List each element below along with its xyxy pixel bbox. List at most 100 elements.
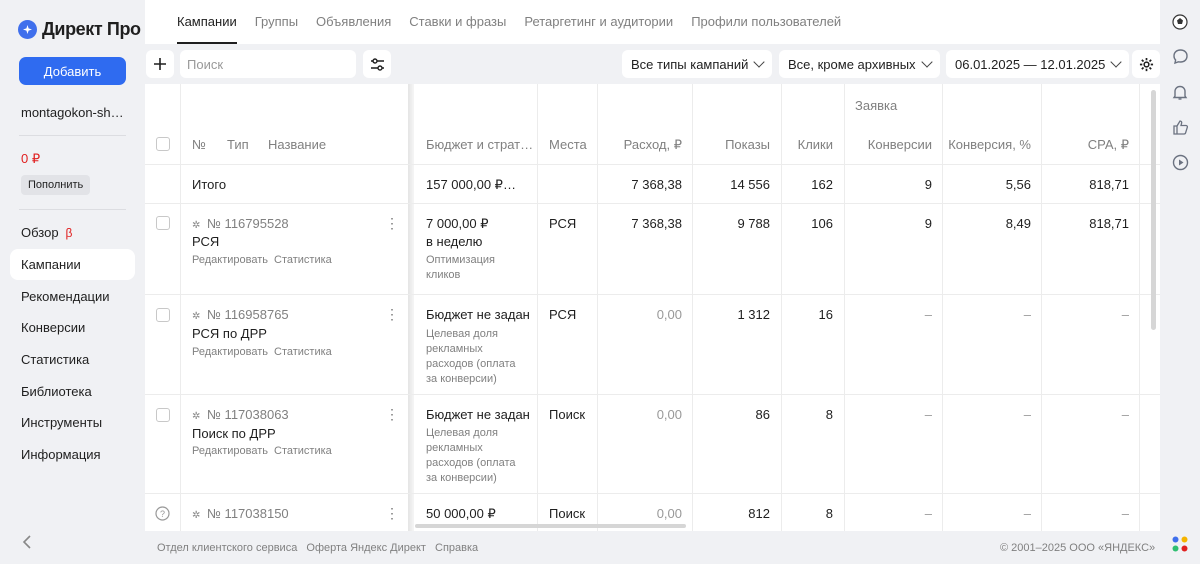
edit-link[interactable]: Редактировать <box>192 445 268 457</box>
header-type[interactable]: Тип <box>227 137 249 152</box>
campaign-name[interactable]: РСЯ <box>192 234 219 249</box>
header-clicks[interactable]: Клики <box>781 137 833 152</box>
campaign-clicks: 8 <box>825 407 833 422</box>
add-button[interactable]: Добавить <box>19 57 126 85</box>
sidebar-item-info[interactable]: Информация <box>10 439 135 471</box>
header-conv-rate[interactable]: Конверсия, % <box>942 137 1031 152</box>
total-shows: 14 556 <box>730 177 770 192</box>
footer-link-offer[interactable]: Оферта Яндекс Директ <box>306 542 426 554</box>
campaign-shows: 812 <box>748 506 770 521</box>
campaign-status-icon: ✲ <box>192 220 201 231</box>
stats-link[interactable]: Статистика <box>274 445 332 457</box>
search-input[interactable] <box>180 50 356 78</box>
campaign-clicks: 8 <box>825 506 833 521</box>
header-conversions[interactable]: Конверсии <box>844 137 932 152</box>
campaign-status-icon: ✲ <box>192 311 201 322</box>
campaign-budget[interactable]: Бюджет не задан <box>426 407 530 422</box>
header-cpa[interactable]: CPA, ₽ <box>1041 137 1129 153</box>
campaign-clicks: 106 <box>811 216 833 231</box>
row-checkbox[interactable] <box>156 308 170 322</box>
header-shows[interactable]: Показы <box>692 137 770 152</box>
campaign-number[interactable]: ✲ № 117038063 <box>192 407 289 422</box>
topup-button[interactable]: Пополнить <box>21 175 91 195</box>
help-icon[interactable]: ? <box>155 506 170 524</box>
campaign-type-select[interactable]: Все типы кампаний <box>622 50 773 78</box>
sidebar-item-label: Библиотека <box>21 383 92 399</box>
bell-icon[interactable] <box>1171 83 1189 101</box>
sidebar-item-overview[interactable]: Обзор β <box>10 217 135 249</box>
horizontal-scrollbar[interactable] <box>415 524 686 528</box>
campaign-conversions: 9 <box>924 216 932 231</box>
total-conv-rate: 5,56 <box>1005 177 1031 192</box>
tab-ads[interactable]: Объявления <box>316 14 391 44</box>
campaign-shows: 9 788 <box>737 216 770 231</box>
date-range-select[interactable]: 06.01.2025 — 12.01.2025 <box>946 50 1130 78</box>
select-all-checkbox[interactable] <box>156 137 170 151</box>
campaign-budget[interactable]: Бюджет не задан <box>426 307 530 322</box>
edit-link[interactable]: Редактировать <box>192 346 268 358</box>
sidebar-item-library[interactable]: Библиотека <box>10 375 135 407</box>
kebab-icon[interactable]: ⋮ <box>385 505 399 522</box>
sidebar-item-tools[interactable]: Инструменты <box>10 407 135 439</box>
campaign-name[interactable]: РСЯ по ДРР <box>192 326 267 341</box>
campaign-number[interactable]: ✲ № 116795528 <box>192 216 289 231</box>
group-header-application: Заявка <box>855 98 898 113</box>
header-spend[interactable]: Расход, ₽ <box>597 137 682 153</box>
campaign-places: РСЯ <box>549 216 577 231</box>
avatar-icon[interactable] <box>1171 13 1189 31</box>
tab-groups[interactable]: Группы <box>255 14 298 44</box>
stats-link[interactable]: Статистика <box>274 254 332 266</box>
campaign-conv-rate: – <box>1023 407 1031 422</box>
play-icon[interactable] <box>1171 153 1189 171</box>
header-places[interactable]: Места <box>549 137 587 152</box>
sidebar-item-conversions[interactable]: Конверсии <box>10 312 135 344</box>
edit-link[interactable]: Редактировать <box>192 254 268 266</box>
chat-icon[interactable] <box>1171 47 1189 65</box>
header-name[interactable]: Название <box>268 137 326 152</box>
tab-retargeting[interactable]: Ретаргетинг и аудитории <box>524 14 673 44</box>
campaign-conversions: – <box>924 506 932 521</box>
top-tabs-bar: Кампании Группы Объявления Ставки и фраз… <box>145 0 1160 44</box>
account-name[interactable]: montagokon-sh… <box>21 105 124 120</box>
footer-link-support[interactable]: Отдел клиентского сервиса <box>157 542 297 554</box>
campaign-spend: 0,00 <box>656 506 682 521</box>
status-select[interactable]: Все, кроме архивных <box>779 50 940 78</box>
filter-settings-button[interactable] <box>363 50 391 78</box>
kebab-icon[interactable]: ⋮ <box>385 215 399 232</box>
tab-bids[interactable]: Ставки и фразы <box>409 14 506 44</box>
campaign-number[interactable]: ✲ № 116958765 <box>192 307 289 322</box>
tab-campaigns[interactable]: Кампании <box>177 14 237 44</box>
row-checkbox[interactable] <box>156 216 170 230</box>
footer-link-help[interactable]: Справка <box>435 542 478 554</box>
kebab-icon[interactable]: ⋮ <box>385 306 399 323</box>
sidebar-item-recommendations[interactable]: Рекомендации <box>10 280 135 312</box>
header-budget[interactable]: Бюджет и страт… <box>426 137 533 152</box>
campaign-name[interactable]: Поиск по ДРР <box>192 426 276 441</box>
stats-link[interactable]: Статистика <box>274 346 332 358</box>
campaign-conv-rate: – <box>1023 307 1031 322</box>
collapse-arrow-icon[interactable] <box>22 535 32 553</box>
campaign-status-icon: ✲ <box>192 510 201 521</box>
campaign-number[interactable]: ✲ № 117038150 <box>192 506 289 521</box>
campaign-budget[interactable]: 7 000,00 ₽ <box>426 216 489 232</box>
like-icon[interactable] <box>1171 118 1189 136</box>
campaign-budget[interactable]: 50 000,00 ₽ <box>426 506 496 522</box>
vertical-scrollbar[interactable] <box>1151 90 1156 330</box>
campaign-cpa: – <box>1121 407 1129 422</box>
add-filter-button[interactable] <box>146 50 174 78</box>
sidebar-item-campaigns[interactable]: Кампании <box>10 248 135 281</box>
header-num[interactable]: № <box>192 137 206 152</box>
footer-links: Отдел клиентского сервиса Оферта Яндекс … <box>157 542 478 554</box>
campaign-conversions: – <box>924 407 932 422</box>
logo[interactable]: Директ Про <box>18 19 141 40</box>
sidebar-item-statistics[interactable]: Статистика <box>10 344 135 376</box>
campaign-spend: 0,00 <box>656 407 682 422</box>
filter-settings-icon <box>370 57 384 71</box>
apps-icon[interactable] <box>1171 535 1189 553</box>
tab-user-profiles[interactable]: Профили пользователей <box>691 14 841 44</box>
campaign-conv-rate: – <box>1023 506 1031 521</box>
campaign-places: Поиск <box>549 506 586 521</box>
kebab-icon[interactable]: ⋮ <box>385 406 399 423</box>
row-checkbox[interactable] <box>156 408 170 422</box>
table-settings-button[interactable] <box>1132 50 1160 78</box>
